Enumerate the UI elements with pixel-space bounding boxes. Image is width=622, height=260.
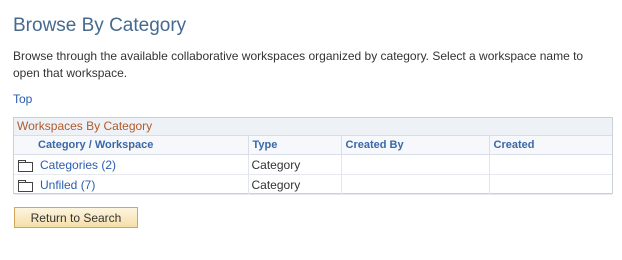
created-by-cell	[340, 174, 489, 195]
created-cell	[488, 154, 612, 175]
table-row: Categories (2) Category	[14, 154, 612, 175]
workspaces-table: Category / Workspace Type Created By Cre…	[14, 136, 612, 195]
type-cell: Category	[247, 154, 341, 175]
created-cell	[488, 174, 612, 195]
folder-icon	[18, 159, 33, 172]
column-header-created-by: Created By	[340, 136, 489, 155]
page-description: Browse through the available collaborati…	[13, 49, 584, 80]
category-link-categories[interactable]: Categories (2)	[40, 158, 116, 172]
folder-icon	[18, 179, 33, 192]
column-header-created: Created	[488, 136, 612, 155]
column-header-type: Type	[247, 136, 341, 155]
workspace-cell: Categories (2)	[14, 154, 248, 175]
created-by-cell	[340, 154, 489, 175]
workspace-cell: Unfiled (7)	[14, 174, 248, 195]
table-header-row: Category / Workspace Type Created By Cre…	[14, 136, 612, 155]
column-header-category-workspace: Category / Workspace	[14, 136, 248, 155]
category-link-unfiled[interactable]: Unfiled (7)	[40, 178, 95, 192]
page-title: Browse By Category	[13, 15, 187, 36]
type-cell: Category	[247, 174, 341, 195]
top-link[interactable]: Top	[13, 92, 32, 106]
table-row: Unfiled (7) Category	[14, 174, 612, 195]
workspaces-grid: Workspaces By Category Category / Worksp…	[13, 117, 613, 195]
grid-title: Workspaces By Category	[14, 118, 612, 136]
return-to-search-button[interactable]: Return to Search	[14, 207, 138, 228]
